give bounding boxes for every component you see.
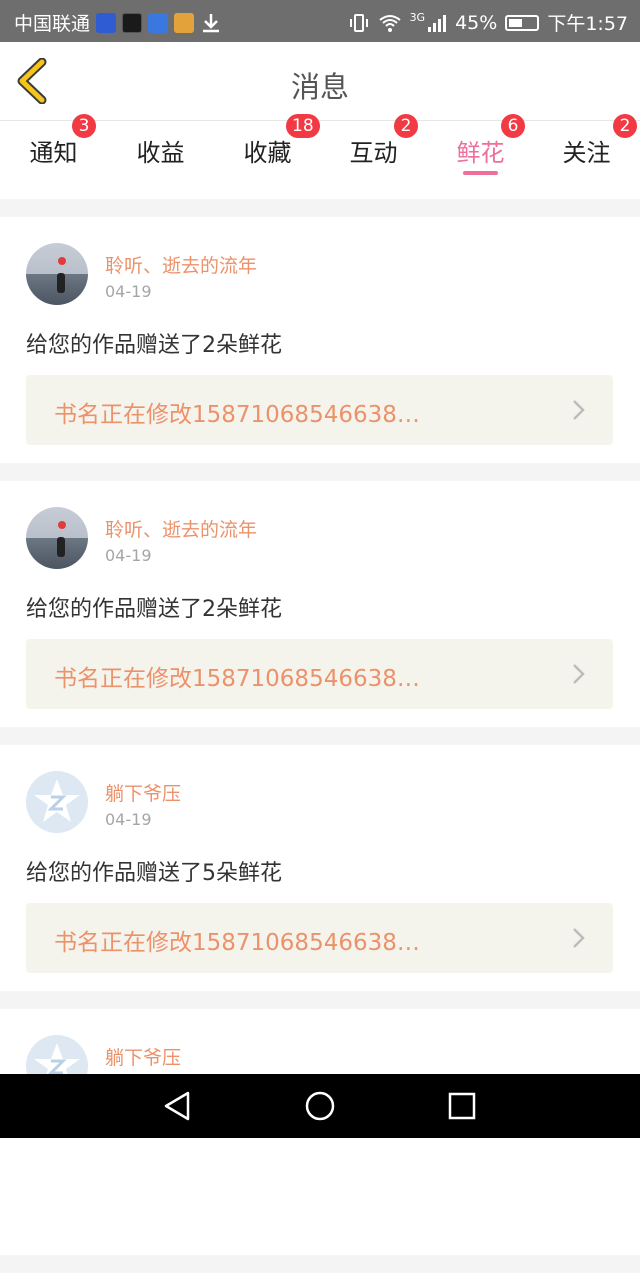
message-text: 给您的作品赠送了5朵鲜花 (26, 861, 282, 886)
tab-label: 收益 (136, 139, 185, 167)
tab-interaction[interactable]: 互动 2 (320, 114, 427, 199)
avatar[interactable] (26, 243, 88, 305)
tab-earnings[interactable]: 收益 (107, 121, 214, 199)
battery-icon (505, 14, 540, 31)
avatar[interactable] (26, 507, 88, 569)
tab-label: 关注 (562, 139, 611, 167)
chevron-right-icon (573, 664, 585, 684)
user-name[interactable]: 聆听、逝去的流年 (105, 515, 257, 542)
list-item: 聆听、逝去的流年 04-19 给您的作品赠送了2朵鲜花 书名正在修改158710… (0, 481, 640, 727)
count-badge: 6 (501, 114, 525, 138)
network-type: 3G (409, 11, 426, 24)
count-badge: 18 (286, 114, 320, 138)
timestamp: 04-19 (105, 546, 152, 565)
page-title: 消息 (290, 70, 349, 104)
tab-favorites[interactable]: 收藏 18 (214, 114, 321, 199)
list-item: 躺下爷压 04-19 给您的作品赠送了5朵鲜花 书名正在修改1587106854… (0, 745, 640, 991)
timestamp: 04-19 (105, 810, 152, 829)
tab-follow[interactable]: 关注 2 (533, 114, 640, 199)
book-link[interactable]: 书名正在修改15871068546638… (26, 375, 613, 445)
signal-icon (428, 14, 447, 32)
book-title: 书名正在修改15871068546638… (54, 930, 420, 956)
user-name[interactable]: 躺下爷压 (105, 1043, 181, 1070)
message-text: 给您的作品赠送了2朵鲜花 (26, 333, 282, 358)
battery-percent: 45% (455, 11, 498, 34)
user-name[interactable]: 躺下爷压 (105, 779, 181, 806)
square-recents-icon (448, 1092, 476, 1120)
book-title: 书名正在修改15871068546638… (54, 402, 420, 428)
stock-app-icon (122, 12, 143, 33)
vibrate-icon (349, 13, 368, 32)
clock: 下午1:57 (547, 13, 628, 35)
wifi-icon (378, 14, 401, 32)
tab-label: 互动 (349, 139, 398, 167)
chevron-right-icon (573, 928, 585, 948)
list-item: 聆听、逝去的流年 04-19 给您的作品赠送了2朵鲜花 书名正在修改158710… (0, 217, 640, 463)
active-tab-indicator (463, 171, 498, 175)
book-link[interactable]: 书名正在修改15871068546638… (26, 639, 613, 709)
nav-recents-button[interactable] (444, 1088, 480, 1124)
carrier-name: 中国联通 (14, 13, 91, 35)
nav-home-button[interactable] (302, 1088, 338, 1124)
chevron-right-icon (573, 400, 585, 420)
circle-home-icon (305, 1091, 335, 1121)
user-name[interactable]: 聆听、逝去的流年 (105, 251, 257, 278)
download-icon (203, 13, 220, 32)
default-avatar-star-icon (34, 779, 80, 822)
timestamp: 04-19 (105, 282, 152, 301)
tab-flowers[interactable]: 鲜花 6 (427, 114, 534, 199)
tab-label: 鲜花 (456, 139, 505, 167)
tab-label: 收藏 (243, 139, 292, 167)
lightning-app-icon (96, 12, 117, 33)
baidu-paw-icon (148, 12, 169, 33)
avatar[interactable] (26, 771, 88, 833)
status-bar: 中国联通 3G 45% 下午1:57 (0, 0, 640, 42)
count-badge: 2 (613, 114, 637, 138)
message-text: 给您的作品赠送了2朵鲜花 (26, 597, 282, 622)
book-title: 书名正在修改15871068546638… (54, 666, 420, 692)
nav-back-button[interactable] (160, 1088, 196, 1124)
count-badge: 2 (394, 114, 418, 138)
book-link[interactable]: 书名正在修改15871068546638… (26, 903, 613, 973)
avatar-app-icon (174, 12, 195, 33)
triangle-back-icon (164, 1091, 190, 1121)
app-header: 消息 (0, 42, 640, 121)
system-nav-bar (0, 1074, 640, 1138)
tab-notification[interactable]: 通知 3 (0, 114, 107, 199)
count-badge: 3 (72, 114, 96, 138)
tab-bar: 通知 3 收益 收藏 18 互动 2 鲜花 6 关注 2 (0, 114, 640, 199)
tab-label: 通知 (29, 139, 78, 167)
